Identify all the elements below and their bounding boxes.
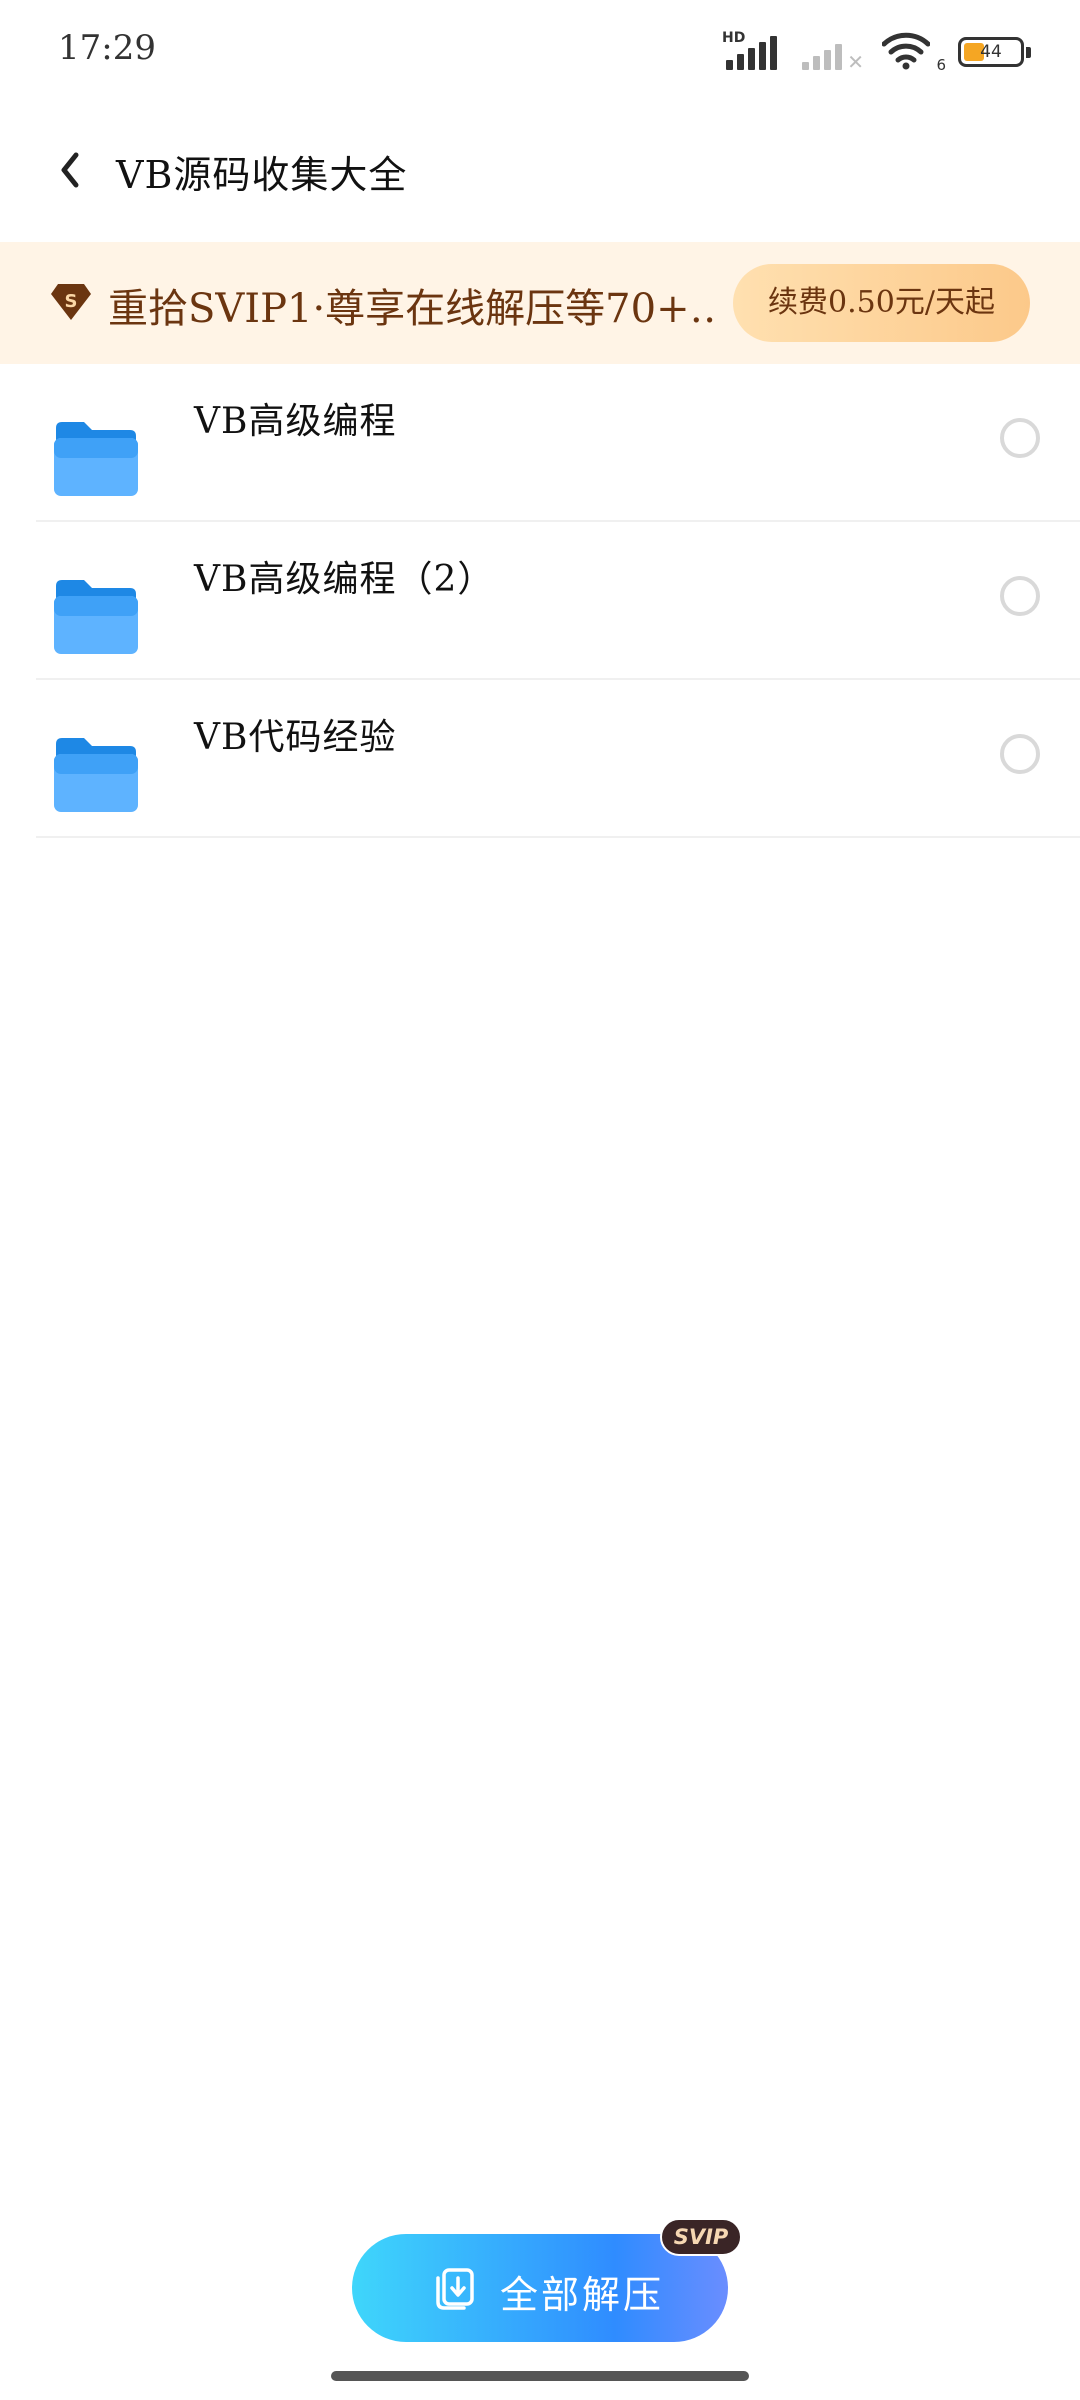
divider bbox=[36, 836, 1080, 838]
folder-icon bbox=[54, 580, 138, 654]
svip-promo-banner[interactable]: S 重拾SVIP1·尊享在线解压等70+… 续费0.50元/天起 bbox=[0, 242, 1080, 364]
list-item[interactable]: VB高级编程 bbox=[0, 364, 1080, 522]
svg-text:S: S bbox=[65, 291, 78, 312]
header: VB源码收集大全 bbox=[0, 110, 1080, 230]
file-name: VB代码经验 bbox=[194, 717, 397, 758]
list-item[interactable]: VB高级编程（2） bbox=[0, 522, 1080, 680]
battery-level: 44 bbox=[980, 42, 1002, 62]
wifi-label: 6 bbox=[936, 56, 946, 74]
svip-diamond-icon: S bbox=[51, 284, 91, 320]
file-name: VB高级编程 bbox=[194, 401, 397, 442]
svip-badge: SVIP bbox=[660, 2218, 742, 2256]
extract-all-label: 全部解压 bbox=[500, 2273, 665, 2317]
signal-hd-icon: HD bbox=[722, 30, 780, 74]
hd-label: HD bbox=[722, 30, 746, 46]
renew-button[interactable]: 续费0.50元/天起 bbox=[733, 264, 1030, 342]
status-time: 17:29 bbox=[58, 28, 156, 68]
select-radio[interactable] bbox=[1000, 418, 1040, 458]
file-name: VB高级编程（2） bbox=[194, 559, 495, 600]
wifi-icon: 6 bbox=[881, 30, 946, 74]
select-radio[interactable] bbox=[1000, 734, 1040, 774]
folder-icon bbox=[54, 422, 138, 496]
promo-text: 重拾SVIP1·尊享在线解压等70+… bbox=[108, 286, 718, 332]
back-button[interactable] bbox=[48, 140, 108, 200]
status-bar: 17:29 HD ✕ 6 44 bbox=[0, 0, 1080, 100]
list-item[interactable]: VB代码经验 bbox=[0, 680, 1080, 838]
home-indicator bbox=[331, 2371, 749, 2381]
file-list: VB高级编程 VB高级编程（2） VB代码经验 bbox=[0, 364, 1080, 838]
status-icons: HD ✕ 6 44 bbox=[722, 30, 1031, 74]
extract-archive-icon bbox=[436, 2268, 474, 2310]
signal-no-service-icon: ✕ bbox=[802, 30, 864, 74]
chevron-left-icon bbox=[61, 152, 79, 188]
page-title: VB源码收集大全 bbox=[116, 153, 408, 197]
folder-icon bbox=[54, 738, 138, 812]
battery-icon: 44 bbox=[958, 37, 1031, 67]
select-radio[interactable] bbox=[1000, 576, 1040, 616]
